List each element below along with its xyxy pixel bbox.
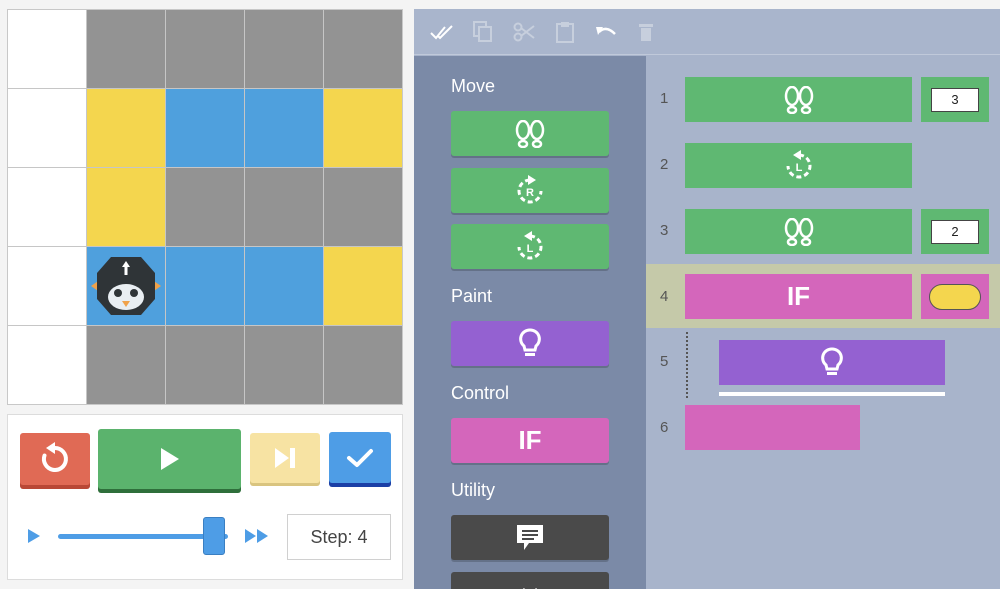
board-cell-gray [245,168,323,246]
footsteps-icon [784,217,813,246]
speed-fast-icon [245,529,268,543]
palette-turn-left-block[interactable]: L [451,224,609,269]
category-move-label: Move [451,76,496,96]
footsteps-icon [515,119,545,148]
board-cell-white [8,247,86,325]
delete-icon[interactable] [634,20,658,44]
board-cell-blue [166,247,244,325]
footsteps-icon [784,85,813,114]
board-cell-yellow [87,168,165,246]
control-panel: Step: 4 [7,414,403,580]
param-slot: 2 [921,209,989,254]
palette-if-block[interactable]: IF [451,418,609,463]
palette-move-forward-block[interactable] [451,111,609,156]
program-move-forward-block[interactable] [685,77,912,122]
palette-paint-block[interactable] [451,321,609,366]
comment-icon [517,524,543,550]
function-icon [522,587,538,589]
program-paint-block[interactable] [719,340,945,385]
line-number: 5 [660,353,669,370]
line-number: 2 [660,156,669,173]
board-cell-white [8,89,86,167]
line-number: 6 [660,419,669,436]
drop-indicator [719,392,945,396]
board-cell-gray [166,326,244,404]
reset-button[interactable] [20,433,90,485]
if-body-guide [686,332,688,398]
board-grid [8,10,402,404]
program-workspace: 1 3 2 L 3 2 4 IF 5 6 [646,56,1000,589]
step-forward-button[interactable] [250,433,320,483]
speed-slow-icon [28,529,40,543]
lightbulb-icon [821,347,843,375]
turn-left-icon: L [517,230,543,259]
category-control-label: Control [451,383,510,403]
board-cell-blue [87,247,165,325]
program-if-block[interactable]: IF [685,274,912,319]
editor-panel: Move R L Paint Control IF Utility 1 3 2 … [414,9,1000,589]
check-icon [347,448,373,467]
board-cell-blue [245,247,323,325]
play-button[interactable] [98,429,241,489]
svg-text:L: L [795,162,802,174]
if-block-label: IF [518,425,542,455]
board-cell-gray [166,168,244,246]
editor-toolbar [414,9,1000,55]
board-cell-gray [324,326,402,404]
if-block-label: IF [786,281,811,311]
board-cell-gray [245,326,323,404]
board-cell-blue [166,89,244,167]
board-cell-yellow [87,89,165,167]
condition-slot [921,274,989,319]
board-cell-yellow [324,247,402,325]
game-board [7,9,403,405]
app-root: Step: 4 Move R L Paint Control IF Utilit… [0,0,1000,589]
undo-icon[interactable] [594,20,618,44]
board-cell-yellow [324,89,402,167]
board-cell-gray [166,10,244,88]
block-palette: Move R L Paint Control IF Utility [414,56,646,589]
lightbulb-icon [519,328,541,356]
steps-input[interactable]: 3 [931,87,979,112]
paste-icon[interactable] [553,20,577,44]
board-cell-white [8,168,86,246]
palette-utility-block-2[interactable] [451,572,609,589]
program-turn-left-block[interactable]: L [685,143,912,188]
speed-slider-thumb[interactable] [203,517,226,555]
board-cell-gray [324,168,402,246]
svg-text:R: R [526,187,534,199]
board-cell-gray [87,326,165,404]
turn-right-icon: R [517,174,543,203]
copy-icon[interactable] [471,20,495,44]
play-icon [160,448,179,470]
board-cell-gray [87,10,165,88]
cut-icon[interactable] [512,20,536,44]
board-cell-white [8,10,86,88]
board-cell-blue [245,89,323,167]
check-button[interactable] [329,432,391,483]
board-cell-gray [245,10,323,88]
step-counter: Step: 4 [287,514,391,560]
board-cell-gray [324,10,402,88]
yellow-condition-oval[interactable] [929,283,981,310]
category-paint-label: Paint [451,286,493,306]
reset-icon [41,442,68,472]
robot-character-icon [91,257,161,315]
program-move-forward-block[interactable] [685,209,912,254]
param-slot: 3 [921,77,989,122]
steps-input[interactable]: 2 [931,219,979,244]
line-number: 4 [660,288,669,305]
turn-left-icon: L [786,149,811,178]
svg-text:L: L [527,243,534,255]
line-number: 1 [660,90,669,107]
select-all-icon[interactable] [430,20,454,44]
palette-comment-block[interactable] [451,515,609,560]
board-cell-white [8,326,86,404]
category-utility-label: Utility [451,480,495,500]
line-number: 3 [660,222,669,239]
palette-turn-right-block[interactable]: R [451,168,609,213]
program-if-end-block[interactable] [685,405,860,450]
step-forward-icon [275,448,295,468]
